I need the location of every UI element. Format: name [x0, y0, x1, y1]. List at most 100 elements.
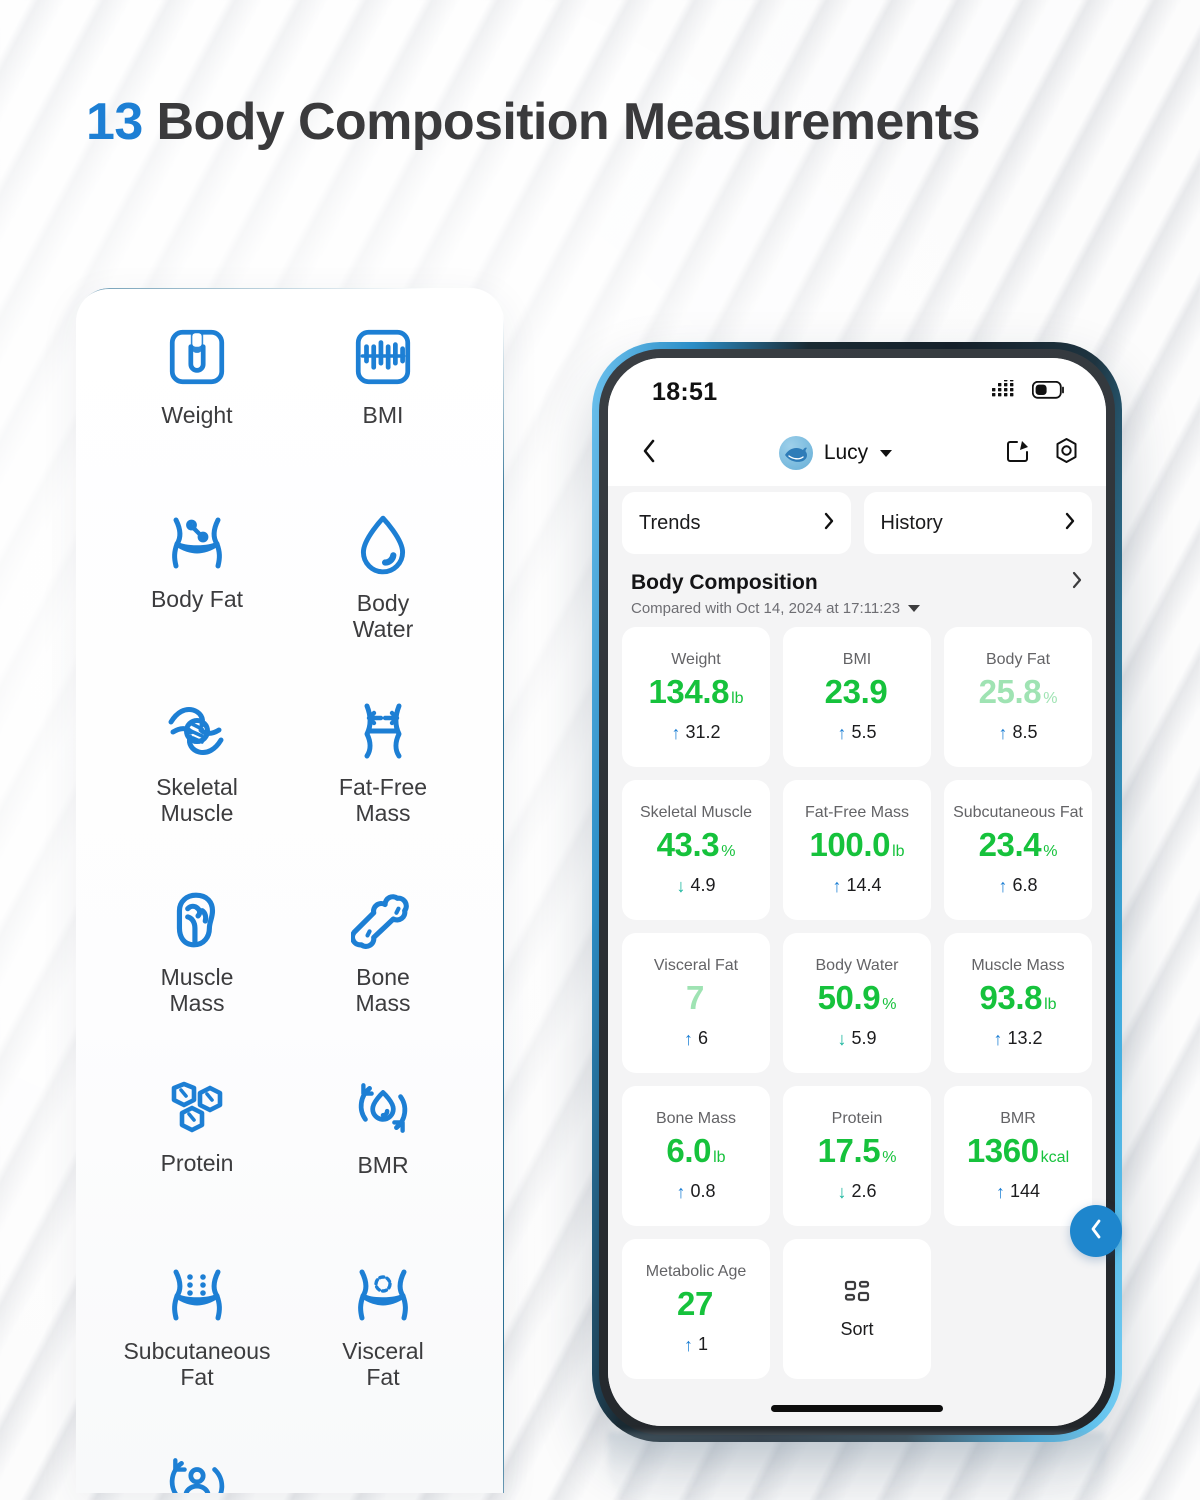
measurement-label: Protein [160, 1150, 234, 1176]
metric-card-weight[interactable]: Weight 134.8 lb ↑ 31.2 [622, 627, 770, 767]
measurement-item-protein[interactable]: Protein [104, 1062, 290, 1234]
metric-name: BMI [842, 651, 872, 668]
profile-selector[interactable]: Lucy [678, 436, 993, 470]
chevron-left-icon [640, 437, 658, 470]
status-bar: 18:51 [608, 358, 1106, 420]
phone-mockup: 18:51 Lucy Trends History Body Compositi… [592, 342, 1122, 1442]
phone-frame: 18:51 Lucy Trends History Body Compositi… [599, 349, 1115, 1435]
metric-delta: ↓ 2.6 [837, 1181, 876, 1202]
metric-value-row: 43.3 % [657, 826, 736, 864]
metric-delta: ↑ 6 [684, 1028, 708, 1049]
headline-number: 13 [86, 93, 143, 151]
metric-card-body-water[interactable]: Body Water 50.9 % ↓ 5.9 [783, 933, 931, 1073]
signal-bars-icon [992, 377, 1022, 405]
delta-value: 4.9 [690, 875, 716, 895]
sort-label: Sort [840, 1318, 874, 1339]
metric-value: 23.9 [824, 673, 888, 710]
section-header[interactable]: Body Composition [622, 568, 1092, 595]
metric-card-protein[interactable]: Protein 17.5 % ↓ 2.6 [783, 1086, 931, 1226]
measurement-item-metabolic-age[interactable]: MetabolicAge [104, 1438, 290, 1493]
metric-card-bone-mass[interactable]: Bone Mass 6.0 lb ↑ 0.8 [622, 1086, 770, 1226]
delta-value: 0.8 [690, 1181, 716, 1201]
arrow-up-icon: ↑ [671, 722, 681, 743]
chevron-right-icon [823, 511, 835, 536]
metric-card-body-fat[interactable]: Body Fat 25.8 % ↑ 8.5 [944, 627, 1092, 767]
measurement-label: Subcutaneous Fat [123, 1338, 271, 1390]
metric-card-bmi[interactable]: BMI 23.9 ↑ 5.5 [783, 627, 931, 767]
history-card[interactable]: History [863, 492, 1092, 554]
water-drop-icon [352, 512, 414, 578]
trends-card[interactable]: Trends [622, 492, 851, 554]
metric-card-bmr[interactable]: BMR 1360 kcal ↑ 144 [944, 1086, 1092, 1226]
measurement-label: Skeletal Muscle [156, 774, 238, 826]
metric-value-row: 7 [686, 979, 706, 1017]
side-collapse-button[interactable] [1070, 1205, 1122, 1257]
metric-unit: % [721, 843, 736, 860]
metric-value-row: 23.9 [825, 673, 890, 711]
metric-value-row: 1360 kcal [967, 1132, 1069, 1170]
flame-cycle-icon [351, 1076, 415, 1140]
arrow-up-icon: ↑ [676, 1181, 686, 1202]
arrow-up-icon: ↑ [683, 1028, 693, 1049]
metric-delta: ↓ 5.9 [837, 1028, 876, 1049]
status-indicators [992, 377, 1066, 405]
measurement-item-skeletal-muscle[interactable]: Skeletal Muscle [104, 686, 290, 858]
back-button[interactable] [632, 437, 666, 470]
fat-free-mass-icon [349, 700, 417, 762]
measurement-item-bone-mass[interactable]: Bone Mass [290, 874, 476, 1046]
metric-value: 43.3 [656, 826, 720, 863]
comparison-selector[interactable]: Compared with Oct 14, 2024 at 17:11:23 [622, 595, 1092, 627]
metric-card-skeletal-muscle[interactable]: Skeletal Muscle 43.3 % ↓ 4.9 [622, 780, 770, 920]
measurement-item-muscle-mass[interactable]: Muscle Mass [104, 874, 290, 1046]
hexagon-cluster-icon [164, 1076, 230, 1138]
metric-name: Protein [831, 1110, 883, 1127]
arrow-up-icon: ↑ [837, 722, 847, 743]
phone-screen: 18:51 Lucy Trends History Body Compositi… [608, 358, 1106, 1426]
home-indicator[interactable] [771, 1405, 943, 1412]
arrow-down-icon: ↓ [837, 1181, 847, 1202]
edit-square-icon[interactable] [1005, 438, 1031, 469]
scale-icon [164, 324, 230, 390]
metric-unit: lb [892, 843, 905, 860]
nav-bar: Lucy [608, 420, 1106, 486]
metric-card-visceral-fat[interactable]: Visceral Fat 7 ↑ 6 [622, 933, 770, 1073]
metric-name: BMR [1000, 1110, 1036, 1127]
measurement-item-subcutaneous-fat[interactable]: Subcutaneous Fat [104, 1250, 290, 1422]
metric-value-row: 23.4 % [979, 826, 1058, 864]
section-title: Body Composition [631, 570, 818, 594]
metric-card-subcutaneous-fat[interactable]: Subcutaneous Fat 23.4 % ↑ 6.8 [944, 780, 1092, 920]
measurement-item-fat-free-mass[interactable]: Fat-Free Mass [290, 686, 476, 858]
gear-icon[interactable] [1053, 437, 1080, 469]
nav-actions [1005, 437, 1080, 469]
metric-value: 100.0 [809, 826, 891, 863]
metric-name: Fat-Free Mass [804, 804, 909, 821]
metric-card-fat-free-mass[interactable]: Fat-Free Mass 100.0 lb ↑ 14.4 [783, 780, 931, 920]
metric-value-row: 134.8 lb [648, 673, 743, 711]
sort-button[interactable]: Sort [783, 1239, 931, 1379]
measurement-item-bmr[interactable]: BMR [290, 1062, 476, 1234]
quick-links-row: Trends History [622, 492, 1092, 554]
delta-value: 6 [697, 1028, 708, 1048]
chevron-right-icon [1064, 511, 1076, 536]
metric-card-metabolic-age[interactable]: Metabolic Age 27 ↑ 1 [622, 1239, 770, 1379]
measurement-item-weight[interactable]: Weight [104, 310, 290, 482]
metric-value-row: 17.5 % [818, 1132, 897, 1170]
metric-delta: ↑ 31.2 [671, 722, 720, 743]
measurement-item-visceral-fat[interactable]: Visceral Fat [290, 1250, 476, 1422]
metric-value: 50.9 [817, 979, 881, 1016]
metric-delta: ↓ 4.9 [676, 875, 715, 896]
caret-down-icon [908, 605, 921, 612]
measurement-label: Body Fat [150, 586, 244, 612]
delta-value: 1 [697, 1334, 708, 1354]
metric-card-muscle-mass[interactable]: Muscle Mass 93.8 lb ↑ 13.2 [944, 933, 1092, 1073]
measurement-item-body-water[interactable]: Body Water [290, 498, 476, 670]
metric-value-row: 6.0 lb [666, 1132, 725, 1170]
measurement-item-body-fat[interactable]: Body Fat [104, 498, 290, 670]
metric-delta: ↑ 144 [996, 1181, 1040, 1202]
metric-name: Skeletal Muscle [639, 804, 753, 821]
metric-name: Body Fat [985, 651, 1051, 668]
measurement-item-bmi[interactable]: BMI [290, 310, 476, 482]
metric-value: 7 [686, 979, 704, 1016]
metric-value: 134.8 [648, 673, 730, 710]
measurement-label: Body Water [352, 590, 414, 642]
